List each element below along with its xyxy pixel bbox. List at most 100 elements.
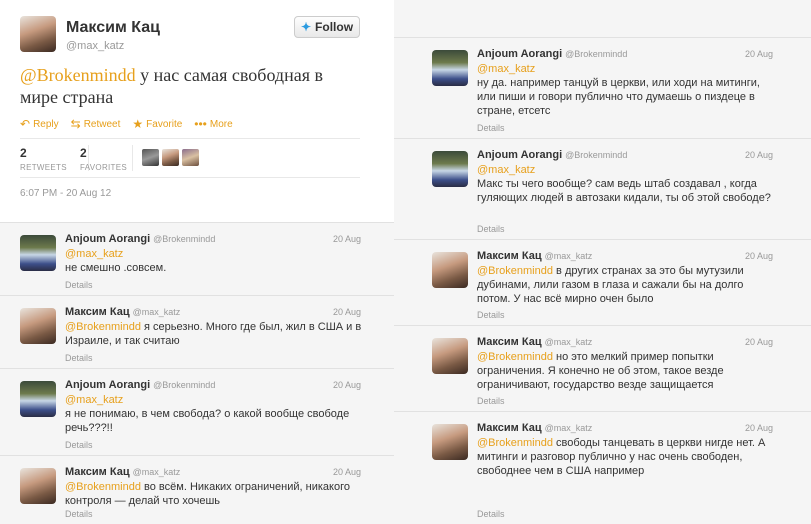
twitter-bird-icon: ✦: [300, 20, 312, 34]
reply-author-name: Anjoum Aorangi: [477, 48, 563, 60]
reply-author[interactable]: Максим Кац @max_katz: [477, 422, 592, 434]
avatar[interactable]: [142, 149, 159, 166]
avatar[interactable]: [432, 338, 468, 374]
reply-author-name: Максим Кац: [65, 306, 130, 318]
reply-body: Макс ты чего вообще? сам ведь штаб созда…: [477, 178, 771, 204]
reply-date[interactable]: 20 Aug: [745, 49, 773, 59]
reply-tweet[interactable]: Anjoum Aorangi @Brokenmindd 20 Aug @max_kat…: [394, 37, 811, 139]
tweet-actions: ↶ Reply ⇆ Retweet ★ Favorite ••• More: [20, 117, 233, 131]
mention-link[interactable]: @max_katz: [65, 247, 365, 261]
tweet-timestamp[interactable]: 6:07 PM - 20 Aug 12: [20, 188, 111, 199]
reply-date[interactable]: 20 Aug: [333, 380, 361, 390]
avatar[interactable]: [20, 235, 56, 271]
avatar[interactable]: [432, 424, 468, 460]
reply-body: не смешно .совсем.: [65, 262, 167, 274]
favorites-stat[interactable]: 2 FAVORITES: [80, 147, 127, 172]
reply-author[interactable]: Максим Кац @max_katz: [65, 306, 180, 318]
reply-author[interactable]: Anjoum Aorangi @Brokenmindd: [477, 48, 627, 60]
reply-label: Reply: [33, 118, 59, 130]
reply-author-handle: @Brokenmindd: [153, 234, 216, 244]
reply-text: @Brokenmindd в других странах за это бы …: [477, 264, 777, 306]
details-link[interactable]: Details: [65, 353, 93, 363]
avatar[interactable]: [20, 381, 56, 417]
reply-tweet[interactable]: Максим Кац @max_katz 20 Aug @Brokenmindd во…: [0, 455, 394, 524]
reply-author-handle: @max_katz: [544, 423, 593, 433]
avatar[interactable]: [162, 149, 179, 166]
reply-author-handle: @max_katz: [544, 337, 593, 347]
avatar[interactable]: [432, 151, 468, 187]
favorite-button[interactable]: ★ Favorite: [132, 117, 182, 131]
retweets-stat[interactable]: 2 RETWEETS: [20, 147, 67, 172]
reply-text: @max_katz Макс ты чего вообще? сам ведь ш…: [477, 163, 777, 205]
reply-date[interactable]: 20 Aug: [745, 251, 773, 261]
follow-button[interactable]: ✦ Follow: [294, 16, 360, 38]
avatar[interactable]: [182, 149, 199, 166]
avatar[interactable]: [20, 308, 56, 344]
reply-tweet[interactable]: Anjoum Aorangi @Brokenmindd 20 Aug @max_kat…: [394, 138, 811, 240]
reply-author[interactable]: Максим Кац @max_katz: [477, 336, 592, 348]
details-link[interactable]: Details: [477, 310, 505, 320]
avatar[interactable]: [432, 50, 468, 86]
reply-author[interactable]: Максим Кац @max_katz: [477, 250, 592, 262]
tweet-text: @Brokenmindd у нас самая свободная в мир…: [20, 64, 360, 108]
retweets-count: 2: [20, 146, 27, 160]
mention-link[interactable]: @Brokenmindd: [477, 265, 553, 277]
reply-author-name: Максим Кац: [477, 336, 542, 348]
reply-text: @max_katz я не понимаю, в чем свобода? о …: [65, 393, 365, 435]
mention-link[interactable]: @Brokenmindd: [20, 65, 136, 85]
avatar[interactable]: [432, 252, 468, 288]
avatar[interactable]: [20, 468, 56, 504]
retweet-button[interactable]: ⇆ Retweet: [71, 117, 121, 131]
reply-author[interactable]: Anjoum Aorangi @Brokenmindd: [477, 149, 627, 161]
retweets-label: RETWEETS: [20, 163, 67, 172]
reply-author[interactable]: Anjoum Aorangi @Brokenmindd: [65, 379, 215, 391]
favorite-label: Favorite: [146, 118, 183, 130]
details-link[interactable]: Details: [477, 509, 505, 519]
details-link[interactable]: Details: [65, 509, 93, 519]
reply-author[interactable]: Anjoum Aorangi @Brokenmindd: [65, 233, 215, 245]
details-link[interactable]: Details: [477, 396, 505, 406]
reply-tweet[interactable]: Максим Кац @max_katz 20 Aug @Brokenmindd я …: [0, 295, 394, 369]
reply-date[interactable]: 20 Aug: [745, 337, 773, 347]
reply-author-name: Anjoum Aorangi: [65, 233, 151, 245]
mention-link[interactable]: @Brokenmindd: [65, 481, 141, 493]
mention-link[interactable]: @max_katz: [477, 163, 777, 177]
reply-author-handle: @Brokenmindd: [153, 380, 216, 390]
retweet-icon: ⇆: [70, 117, 81, 131]
reply-author-handle: @max_katz: [132, 467, 181, 477]
reply-author-name: Максим Кац: [477, 422, 542, 434]
star-icon: ★: [132, 117, 144, 131]
reply-body: ну да. например танцуй в церкви, или ход…: [477, 77, 760, 117]
avatar[interactable]: [20, 16, 56, 52]
reply-tweet[interactable]: Anjoum Aorangi @Brokenmindd 20 Aug @max_kat…: [0, 368, 394, 456]
author-name[interactable]: Максим Кац: [66, 19, 160, 37]
mention-link[interactable]: @Brokenmindd: [477, 351, 553, 363]
reply-tweet[interactable]: Максим Кац @max_katz 20 Aug @Brokenmindd в …: [394, 239, 811, 326]
mention-link[interactable]: @Brokenmindd: [65, 321, 141, 333]
details-link[interactable]: Details: [65, 440, 93, 450]
reply-author-handle: @Brokenmindd: [565, 49, 628, 59]
author-handle[interactable]: @max_katz: [66, 40, 124, 52]
favorites-label: FAVORITES: [80, 163, 128, 172]
reply-text: @Brokenmindd во всём. Никаких ограничени…: [65, 480, 365, 508]
reply-date[interactable]: 20 Aug: [745, 423, 773, 433]
reply-date[interactable]: 20 Aug: [333, 467, 361, 477]
mention-link[interactable]: @max_katz: [477, 62, 777, 76]
mention-link[interactable]: @max_katz: [65, 393, 365, 407]
reply-date[interactable]: 20 Aug: [333, 307, 361, 317]
reply-date[interactable]: 20 Aug: [333, 234, 361, 244]
follow-label: Follow: [315, 20, 354, 34]
reply-button[interactable]: ↶ Reply: [20, 117, 59, 131]
more-label: More: [209, 118, 233, 130]
reply-tweet[interactable]: Anjoum Aorangi @Brokenmindd 20 Aug @max_kat…: [0, 222, 394, 296]
reply-author-name: Максим Кац: [477, 250, 542, 262]
more-button[interactable]: ••• More: [194, 117, 232, 131]
mention-link[interactable]: @Brokenmindd: [477, 437, 553, 449]
details-link[interactable]: Details: [477, 224, 505, 234]
reply-tweet[interactable]: Максим Кац @max_katz 20 Aug @Brokenmindd но…: [394, 325, 811, 412]
reply-date[interactable]: 20 Aug: [745, 150, 773, 160]
reply-author[interactable]: Максим Кац @max_katz: [65, 466, 180, 478]
details-link[interactable]: Details: [477, 123, 505, 133]
reply-tweet[interactable]: Максим Кац @max_katz 20 Aug @Brokenmindd св…: [394, 411, 811, 524]
details-link[interactable]: Details: [65, 280, 93, 290]
